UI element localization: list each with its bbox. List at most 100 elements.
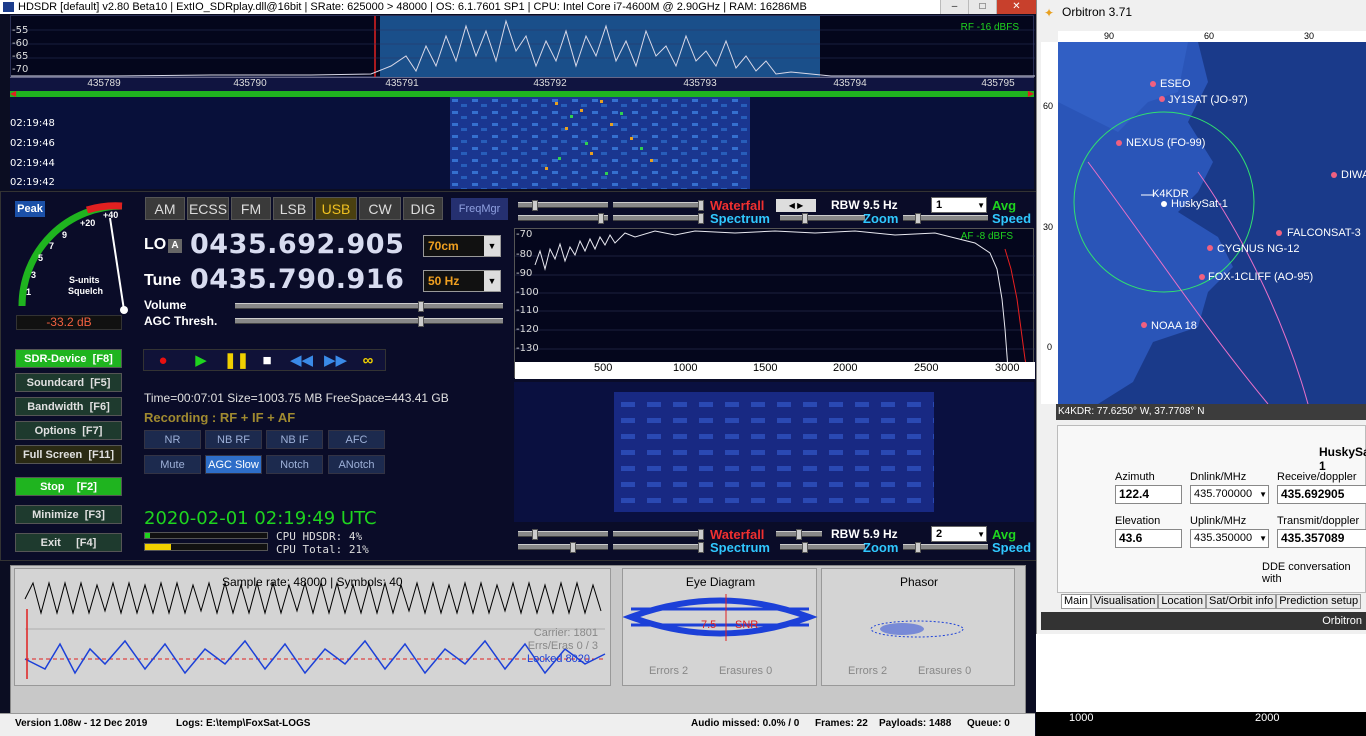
spectrum-contrast-slider-2[interactable]: [518, 544, 608, 550]
zoom-slider[interactable]: [780, 215, 865, 221]
minimize-app-button[interactable]: Minimize [F3]: [15, 505, 122, 524]
orbitron-status-bar: Orbitron: [1041, 612, 1366, 630]
pause-icon[interactable]: ❚❚: [224, 353, 244, 369]
transmit-field[interactable]: 435.357089: [1277, 529, 1366, 548]
errs-eras-text: Errs/Eras 0 / 3: [528, 640, 598, 652]
sat-label-cygnus[interactable]: CYGNUS NG-12: [1217, 243, 1300, 255]
uplink-select[interactable]: 435.350000 ▼: [1190, 529, 1269, 548]
foxtelem-window: Sample rate: 48000 | Symbols: 40 Carrier…: [10, 565, 1026, 715]
soundcard-button[interactable]: Soundcard [F5]: [15, 373, 122, 392]
sat-label-diwata[interactable]: DIWATA: [1341, 169, 1366, 181]
exit-button[interactable]: Exit [F4]: [15, 533, 122, 552]
nr-button[interactable]: NR: [144, 430, 201, 449]
zoom-slider-2[interactable]: [780, 544, 865, 550]
sat-label-huskysat[interactable]: HuskySat-1: [1171, 198, 1228, 210]
avg-top-select[interactable]: 1 ▼: [931, 197, 987, 213]
afc-button[interactable]: AFC: [328, 430, 385, 449]
waterfall-brightness-slider-2[interactable]: [613, 531, 703, 537]
orbitron-world-map[interactable]: ESEO JY1SAT (JO-97) NEXUS (FO-99) DIWATA…: [1058, 42, 1366, 404]
spectrum-brightness-slider-2[interactable]: [613, 544, 703, 550]
waterfall-contrast-slider-2[interactable]: [518, 531, 608, 537]
nb-rf-button[interactable]: NB RF: [205, 430, 262, 449]
lo-band-select[interactable]: 70cm ▼: [423, 235, 501, 257]
mode-am-button[interactable]: AM: [145, 197, 185, 220]
button-label: Minimize: [32, 509, 78, 521]
maximize-button[interactable]: □: [968, 0, 996, 14]
agc-thresh-slider-knob[interactable]: [418, 316, 424, 327]
full-screen-button[interactable]: Full Screen [F11]: [15, 445, 122, 464]
bandwidth-button[interactable]: Bandwidth [F6]: [15, 397, 122, 416]
freq-tick-label: 435789: [87, 78, 120, 89]
spectrum-brightness-slider[interactable]: [613, 215, 703, 221]
minimize-button[interactable]: –: [940, 0, 968, 14]
volume-slider[interactable]: [235, 303, 503, 309]
loop-icon[interactable]: ∞: [358, 353, 378, 369]
sat-label-jy1sat[interactable]: JY1SAT (JO-97): [1168, 94, 1248, 106]
sat-label-noaa18[interactable]: NOAA 18: [1151, 320, 1197, 332]
sat-label-fox1cliff[interactable]: FOX-1CLIFF (AO-95): [1208, 271, 1313, 283]
rf-waterfall[interactable]: 02:19:48 02:19:46 02:19:44 02:19:42: [10, 97, 1034, 189]
tab-visualisation[interactable]: Visualisation: [1091, 594, 1159, 609]
receive-field[interactable]: 435.692905: [1277, 485, 1366, 504]
rbw-slider[interactable]: [776, 531, 822, 537]
af-waterfall[interactable]: [514, 382, 1034, 522]
rbw-arrows-icon[interactable]: ◀ ▶: [776, 199, 816, 212]
mode-ecss-button[interactable]: ECSS: [187, 197, 229, 220]
lo-a-button[interactable]: A: [168, 239, 182, 253]
button-key: [F3]: [85, 509, 105, 521]
options-button[interactable]: Options [F7]: [15, 421, 122, 440]
agc-slow-button[interactable]: AGC Slow: [205, 455, 262, 474]
record-icon[interactable]: ●: [153, 353, 173, 369]
chevron-down-icon[interactable]: ▼: [484, 236, 500, 256]
fast-forward-icon[interactable]: ▶▶: [324, 353, 344, 369]
tab-location[interactable]: Location: [1158, 594, 1206, 609]
smeter-squelch-label[interactable]: Squelch: [68, 286, 103, 296]
rf-frequency-axis[interactable]: 435789 435790 435791 435792 435793 43579…: [10, 77, 1034, 91]
tune-frequency[interactable]: 0435.790.916: [190, 264, 404, 295]
mode-lsb-button[interactable]: LSB: [273, 197, 313, 220]
mode-fm-button[interactable]: FM: [231, 197, 271, 220]
stop-icon[interactable]: ■: [257, 353, 277, 369]
af-freq-label: 1000: [673, 362, 697, 374]
chevron-down-icon[interactable]: ▼: [484, 271, 500, 291]
sdr-device-button[interactable]: SDR-Device [F8]: [15, 349, 122, 368]
sat-label-nexus[interactable]: NEXUS (FO-99): [1126, 137, 1205, 149]
azimuth-field[interactable]: 122.4: [1115, 485, 1182, 504]
rbw-bottom-label: RBW 5.9 Hz: [831, 527, 898, 541]
nb-if-button[interactable]: NB IF: [266, 430, 323, 449]
dnlink-select[interactable]: 435.700000 ▼: [1190, 485, 1269, 504]
spectrum-contrast-slider[interactable]: [518, 215, 608, 221]
tab-main[interactable]: Main: [1061, 594, 1091, 609]
rewind-icon[interactable]: ◀◀: [290, 353, 310, 369]
sat-label-falconsat[interactable]: FALCONSAT-3: [1287, 227, 1361, 239]
agc-thresh-slider[interactable]: [235, 318, 503, 324]
close-button[interactable]: ✕: [996, 0, 1036, 14]
af-db-label: -130: [516, 343, 539, 354]
play-icon[interactable]: ▶: [191, 353, 211, 369]
volume-slider-knob[interactable]: [418, 301, 424, 312]
freqmgr-button[interactable]: FreqMgr: [451, 198, 508, 220]
mute-button[interactable]: Mute: [144, 455, 201, 474]
notch-button[interactable]: Notch: [266, 455, 323, 474]
button-key: [F7]: [82, 425, 102, 437]
rf-spectrum-display[interactable]: -55 -60 -65 -70 RF -16 dBFS: [10, 15, 1034, 77]
avg-bottom-select[interactable]: 2 ▼: [931, 526, 987, 542]
mode-cw-button[interactable]: CW: [359, 197, 401, 220]
elevation-field[interactable]: 43.6: [1115, 529, 1182, 548]
speed-slider-2[interactable]: [903, 544, 988, 550]
af-spectrum-display[interactable]: AF -8 dBFS -70 -80 -90 -100 -110 -120 -1…: [514, 228, 1034, 378]
tab-prediction-setup[interactable]: Prediction setup: [1276, 594, 1361, 609]
stop-button[interactable]: Stop [F2]: [15, 477, 122, 496]
peak-button[interactable]: Peak: [15, 201, 45, 217]
waterfall-brightness-slider[interactable]: [613, 202, 703, 208]
lo-frequency[interactable]: 0435.692.905: [190, 229, 404, 260]
sat-label-eseo[interactable]: ESEO: [1160, 78, 1191, 90]
mode-dig-button[interactable]: DIG: [403, 197, 443, 220]
mode-usb-button[interactable]: USB: [315, 197, 357, 220]
tune-step-select[interactable]: 50 Hz ▼: [423, 270, 501, 292]
tab-sat-orbit-info[interactable]: Sat/Orbit info: [1206, 594, 1276, 609]
waterfall-contrast-slider[interactable]: [518, 202, 608, 208]
rf-db-label: -60: [12, 38, 28, 49]
anotch-button[interactable]: ANotch: [328, 455, 385, 474]
speed-slider[interactable]: [903, 215, 988, 221]
